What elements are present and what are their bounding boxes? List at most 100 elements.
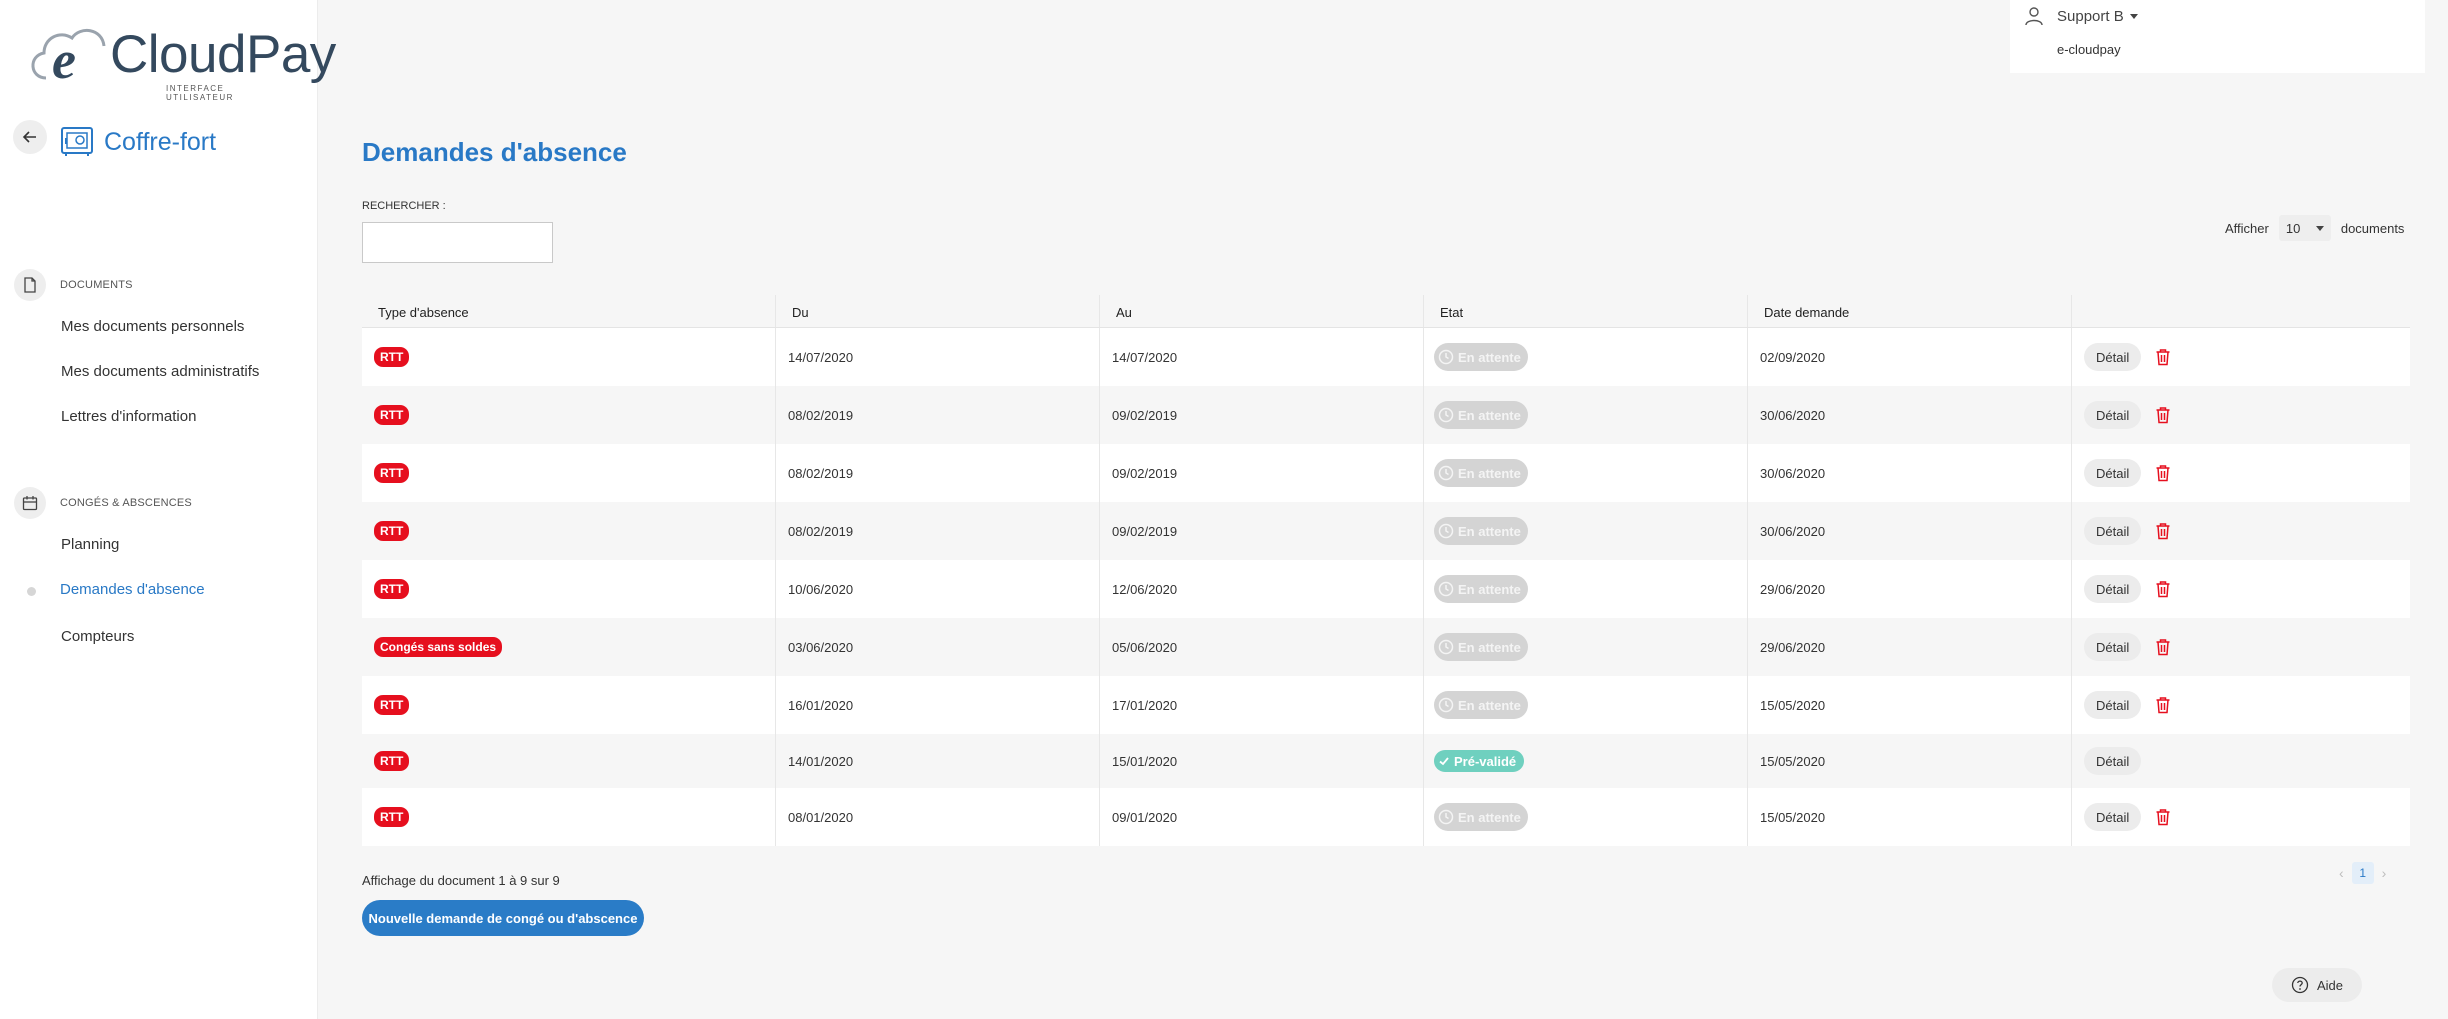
safe-icon — [61, 127, 93, 156]
active-indicator — [27, 587, 36, 596]
search-input[interactable] — [362, 222, 553, 263]
cell-actions: Détail — [2072, 788, 2410, 846]
cell-request-date: 29/06/2020 — [1748, 618, 2072, 676]
status-label: En attente — [1458, 349, 1521, 365]
delete-button[interactable] — [2155, 696, 2171, 714]
trash-icon — [2156, 523, 2170, 540]
delete-button[interactable] — [2155, 464, 2171, 482]
clock-icon — [1438, 523, 1454, 539]
detail-button[interactable]: Détail — [2084, 747, 2142, 775]
detail-button[interactable]: Détail — [2084, 401, 2142, 429]
status-badge: En attente — [1434, 517, 1528, 545]
back-button[interactable] — [13, 120, 47, 154]
cell-type: RTT — [362, 444, 776, 502]
check-icon — [1439, 757, 1449, 766]
section-title-leave: CONGÉS & ABSCENCES — [60, 497, 192, 509]
trash-icon — [2156, 639, 2170, 656]
column-header-type[interactable]: Type d'absence — [362, 295, 776, 327]
absence-table: Type d'absence Du Au Etat Date demande R… — [362, 295, 2410, 846]
detail-button[interactable]: Détail — [2084, 459, 2142, 487]
sidebar-item-counters[interactable]: Compteurs — [61, 628, 134, 645]
sidebar-item-absence-requests[interactable]: Demandes d'absence — [60, 581, 205, 598]
delete-button[interactable] — [2155, 522, 2171, 540]
absence-type-badge: Congés sans soldes — [374, 637, 503, 657]
detail-button[interactable]: Détail — [2084, 517, 2142, 545]
trash-icon — [2156, 581, 2170, 598]
cell-status: En attente — [1424, 560, 1748, 618]
clock-icon — [1438, 407, 1454, 423]
table-row: RTT 14/07/2020 14/07/2020 En attente 02/09/2… — [362, 328, 2410, 386]
table-row: RTT 10/06/2020 12/06/2020 En attente 29/06/2… — [362, 560, 2410, 618]
chevron-right-icon[interactable]: › — [2382, 865, 2387, 881]
caret-down-icon — [2129, 14, 2138, 19]
help-icon — [2291, 976, 2309, 994]
cell-to: 09/02/2019 — [1100, 444, 1424, 502]
page-button[interactable]: 1 — [2351, 862, 2374, 884]
status-label: En attente — [1458, 523, 1521, 539]
cell-to: 15/01/2020 — [1100, 734, 1424, 788]
detail-button[interactable]: Détail — [2084, 343, 2142, 371]
help-button[interactable]: Aide — [2272, 968, 2362, 1002]
sidebar-item-personal-docs[interactable]: Mes documents personnels — [61, 318, 244, 335]
clock-icon — [1438, 639, 1454, 655]
column-header-status[interactable]: Etat — [1424, 295, 1748, 327]
delete-button[interactable] — [2155, 808, 2171, 826]
page-size-value: 10 — [2285, 220, 2301, 236]
sidebar-item-newsletters[interactable]: Lettres d'information — [61, 408, 196, 425]
sidebar-item-admin-docs[interactable]: Mes documents administratifs — [61, 363, 259, 380]
cell-request-date: 15/05/2020 — [1748, 734, 2072, 788]
cell-from: 08/02/2019 — [776, 502, 1100, 560]
delete-button[interactable] — [2155, 580, 2171, 598]
cell-from: 08/02/2019 — [776, 444, 1100, 502]
absence-type-badge: RTT — [374, 463, 410, 483]
cell-from: 08/02/2019 — [776, 386, 1100, 444]
detail-button[interactable]: Détail — [2084, 691, 2142, 719]
absence-type-badge: RTT — [374, 347, 410, 367]
section-title-documents: DOCUMENTS — [60, 279, 133, 291]
document-icon — [14, 269, 46, 301]
status-badge: Pré-validé — [1434, 750, 1525, 772]
chevron-left-icon[interactable]: ‹ — [2339, 865, 2344, 881]
sidebar: e CloudPay INTERFACE UTILISATEUR Coffre-… — [0, 0, 336, 1019]
cell-request-date: 30/06/2020 — [1748, 502, 2072, 560]
cell-status: En attente — [1424, 328, 1748, 386]
detail-button[interactable]: Détail — [2084, 575, 2142, 603]
column-header-from[interactable]: Du — [776, 295, 1100, 327]
cell-to: 12/06/2020 — [1100, 560, 1424, 618]
cell-to: 14/07/2020 — [1100, 328, 1424, 386]
new-request-button[interactable]: Nouvelle demande de congé ou d'abscence — [362, 900, 644, 936]
calendar-icon — [14, 487, 46, 519]
cell-status: En attente — [1424, 502, 1748, 560]
column-header-to[interactable]: Au — [1100, 295, 1424, 327]
user-dropdown[interactable]: Support B — [2057, 8, 2138, 25]
cell-request-date: 30/06/2020 — [1748, 444, 2072, 502]
cell-actions: Détail — [2072, 618, 2410, 676]
status-label: En attente — [1458, 581, 1521, 597]
status-label: En attente — [1458, 809, 1521, 825]
status-badge: En attente — [1434, 575, 1528, 603]
cell-actions: Détail — [2072, 676, 2410, 734]
detail-button[interactable]: Détail — [2084, 633, 2142, 661]
cell-status: En attente — [1424, 676, 1748, 734]
module-title-label: Coffre-fort — [104, 127, 217, 156]
status-label: En attente — [1458, 465, 1521, 481]
company-name: e-cloudpay — [2057, 42, 2121, 57]
column-header-actions — [2072, 295, 2410, 327]
brand-logo: e CloudPay INTERFACE UTILISATEUR — [26, 20, 336, 102]
table-header: Type d'absence Du Au Etat Date demande — [362, 295, 2410, 328]
page-size-select[interactable]: 10 — [2278, 215, 2331, 241]
detail-button[interactable]: Détail — [2084, 803, 2142, 831]
sidebar-item-planning[interactable]: Planning — [61, 536, 119, 553]
table-row: Congés sans soldes 03/06/2020 05/06/2020 En… — [362, 618, 2410, 676]
column-header-request-date[interactable]: Date demande — [1748, 295, 2072, 327]
delete-button[interactable] — [2155, 638, 2171, 656]
status-label: En attente — [1458, 639, 1521, 655]
delete-button[interactable] — [2155, 348, 2171, 366]
cell-status: En attente — [1424, 444, 1748, 502]
trash-icon — [2156, 809, 2170, 826]
cell-to: 09/02/2019 — [1100, 502, 1424, 560]
cell-type: Congés sans soldes — [362, 618, 776, 676]
absence-type-badge: RTT — [374, 405, 410, 425]
delete-button[interactable] — [2155, 406, 2171, 424]
trash-icon — [2156, 349, 2170, 366]
